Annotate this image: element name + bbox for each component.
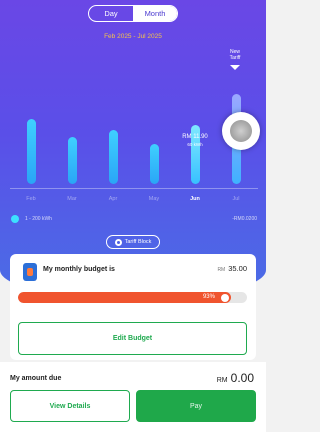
amount-due-currency: RM [216, 377, 228, 384]
tariff-block-button[interactable]: Tariff Block [106, 235, 160, 249]
tooltip-usage: 60 kWh [187, 142, 203, 147]
new-tariff-line2: Tariff [229, 55, 241, 61]
month-label-jul: Jul [232, 196, 240, 202]
chart-baseline [10, 188, 258, 189]
month-label-mar: Mar [67, 196, 77, 202]
month-label-jun: Jun [190, 196, 200, 202]
budget-currency: RM [217, 267, 226, 273]
budget-value: 35.00 [228, 264, 247, 273]
month-label-feb: Feb [26, 196, 36, 202]
day-tab[interactable]: Day [89, 6, 133, 21]
new-tariff-label: New Tariff [223, 49, 247, 61]
amount-due-panel: My amount due RM 0.00 View Details Pay [0, 362, 266, 432]
tooltip-amount: RM 11.90 [182, 134, 208, 140]
month-tab[interactable]: Month [133, 6, 177, 21]
tariff-legend-dot-icon [11, 215, 19, 223]
budget-progress-percent: 93% [202, 294, 215, 300]
bar-feb[interactable] [26, 119, 36, 184]
tariff-legend-rate: -RM0.0200 [232, 216, 257, 222]
budget-phone-icon [23, 263, 37, 281]
budget-progress-thumb [220, 293, 229, 302]
eye-icon [114, 238, 122, 246]
bar-may[interactable] [149, 144, 159, 184]
budget-label: My monthly budget is [43, 266, 115, 273]
new-tariff-marker-icon [230, 65, 240, 70]
bar-apr[interactable] [108, 130, 118, 184]
tariff-legend-label: 1 - 200 kWh [25, 216, 52, 222]
amount-due-amount: 0.00 [230, 371, 254, 385]
amount-due-label: My amount due [10, 375, 62, 382]
pay-button[interactable]: Pay [136, 390, 256, 422]
view-details-button[interactable]: View Details [10, 390, 130, 422]
tariff-block-label: Tariff Block [124, 239, 152, 245]
selected-bar-tooltip: RM 11.90 60 kWh [176, 134, 214, 147]
period-toggle: Day Month [88, 5, 178, 22]
month-label-may: May [148, 196, 160, 202]
budget-amount: RM 35.00 [217, 264, 247, 273]
chart-scroll-knob[interactable] [222, 112, 260, 150]
bar-mar[interactable] [67, 137, 77, 184]
edit-budget-button[interactable]: Edit Budget [18, 322, 247, 355]
budget-progress-bar: 93% [18, 292, 247, 303]
budget-progress-fill [18, 292, 231, 303]
period-label: Feb 2025 - Jul 2025 [104, 33, 162, 40]
budget-card: My monthly budget is RM 35.00 93% Edit Bu… [10, 254, 256, 360]
month-label-apr: Apr [108, 196, 118, 202]
knob-center [230, 120, 252, 142]
amount-due-value: RM 0.00 [217, 371, 254, 385]
